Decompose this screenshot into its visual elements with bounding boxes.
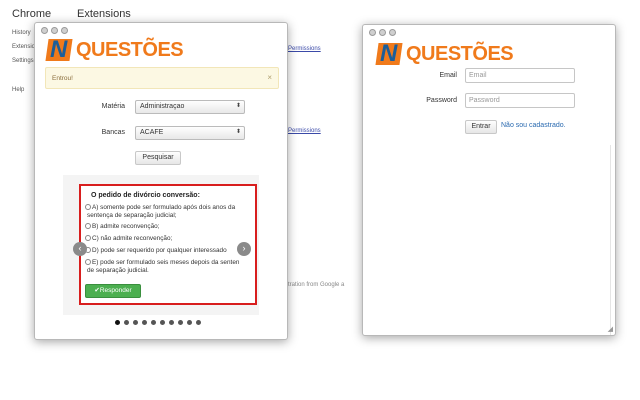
screenshot-stage: Chrome Extensions History Extensions Set… [0, 0, 640, 400]
extensions-title: Extensions [77, 8, 131, 20]
materia-label: Matéria [101, 103, 125, 110]
carousel-indicators [115, 320, 201, 325]
radio-icon[interactable] [85, 235, 91, 241]
option-a-text-cont: sentença de separação judicial; [87, 212, 177, 219]
questoes-logo: N QUESTÕES [375, 41, 514, 67]
resize-grip-icon[interactable]: ◢ [608, 325, 613, 333]
search-button[interactable]: Pesquisar [135, 151, 181, 165]
answer-button[interactable]: ✔Responder [85, 284, 141, 298]
nav-history[interactable]: History [12, 30, 31, 36]
carousel-indicator-dot[interactable] [160, 320, 165, 325]
bancas-select[interactable]: ACAFE ⬍ [135, 126, 245, 140]
option-a[interactable]: A) somente pode ser formulado após dois … [85, 204, 235, 220]
permissions-link-2[interactable]: Permissions [288, 128, 321, 134]
nav-settings[interactable]: Settings [12, 58, 34, 64]
option-c-text: C) não admite reconvenção; [92, 235, 173, 242]
logo-mark-icon: N [375, 41, 405, 67]
option-b[interactable]: B) admite reconvenção; [85, 223, 160, 231]
window-controls [41, 27, 68, 34]
materia-value: Administraçao [140, 103, 185, 110]
password-field[interactable]: Password [465, 93, 575, 108]
option-e-text-cont: de separação judicial. [87, 267, 149, 274]
question-card: O pedido de divórcio conversão: A) somen… [79, 184, 257, 305]
minimize-window-icon[interactable] [379, 29, 386, 36]
window-controls [369, 29, 396, 36]
chrome-title: Chrome [12, 8, 52, 20]
password-label: Password [426, 97, 457, 104]
option-c[interactable]: C) não admite reconvenção; [85, 235, 172, 243]
carousel-indicator-dot[interactable] [196, 320, 201, 325]
radio-icon[interactable] [85, 223, 91, 229]
login-popup-window: N QUESTÕES Email Email Password Password… [362, 24, 616, 336]
carousel-indicator-dot[interactable] [187, 320, 192, 325]
scrollbar-track[interactable] [610, 145, 615, 335]
carousel-indicator-dot[interactable] [124, 320, 129, 325]
close-window-icon[interactable] [369, 29, 376, 36]
option-e-text: E) pode ser formulado seis meses depois … [92, 259, 240, 266]
radio-icon[interactable] [85, 204, 91, 210]
bancas-value: ACAFE [140, 129, 164, 136]
questoes-logo: N QUESTÕES [45, 37, 184, 63]
background-fragment-text: tration from Google a [288, 282, 345, 288]
carousel-prev-icon[interactable]: ‹ [73, 242, 87, 256]
option-b-text: B) admite reconvenção; [92, 223, 160, 230]
carousel-indicator-dot[interactable] [142, 320, 147, 325]
select-arrows-icon: ⬍ [235, 103, 241, 109]
option-a-text: A) somente pode ser formulado após dois … [92, 204, 236, 211]
zoom-window-icon[interactable] [61, 27, 68, 34]
enter-button[interactable]: Entrar [465, 120, 497, 134]
register-link[interactable]: Não sou cadastrado. [501, 122, 566, 129]
alert-close-icon[interactable]: × [267, 73, 272, 82]
select-arrows-icon: ⬍ [235, 129, 241, 135]
carousel-next-icon[interactable]: › [237, 242, 251, 256]
carousel-indicator-dot[interactable] [169, 320, 174, 325]
carousel-indicator-dot[interactable] [115, 320, 120, 325]
option-e[interactable]: E) pode ser formulado seis meses depois … [85, 259, 239, 275]
materia-select[interactable]: Administraçao ⬍ [135, 100, 245, 114]
minimize-window-icon[interactable] [51, 27, 58, 34]
close-window-icon[interactable] [41, 27, 48, 34]
carousel-indicator-dot[interactable] [151, 320, 156, 325]
nav-help[interactable]: Help [12, 87, 24, 93]
success-alert: Entrou! × [45, 67, 279, 89]
option-d[interactable]: D) pode ser requerido por qualquer inter… [85, 247, 227, 255]
carousel-indicator-dot[interactable] [178, 320, 183, 325]
option-d-text: D) pode ser requerido por qualquer inter… [92, 247, 227, 254]
email-field[interactable]: Email [465, 68, 575, 83]
question-carousel: O pedido de divórcio conversão: A) somen… [63, 175, 259, 315]
carousel-indicator-dot[interactable] [133, 320, 138, 325]
bancas-label: Bancas [101, 129, 125, 136]
logo-mark-icon: N [45, 37, 75, 63]
question-title: O pedido de divórcio conversão: [91, 192, 200, 199]
permissions-link[interactable]: Permissions [288, 46, 321, 52]
logo-text: QUESTÕES [406, 42, 514, 65]
logo-text: QUESTÕES [76, 38, 184, 61]
zoom-window-icon[interactable] [389, 29, 396, 36]
email-label: Email [439, 72, 457, 79]
radio-icon[interactable] [85, 259, 91, 265]
questions-popup-window: N QUESTÕES Entrou! × Matéria Administraç… [34, 22, 288, 340]
alert-message: Entrou! [52, 75, 73, 82]
